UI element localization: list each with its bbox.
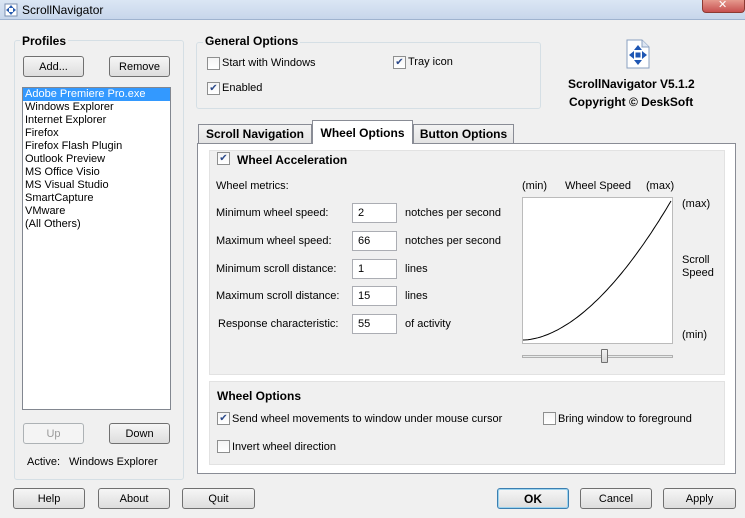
send-under-cursor-label[interactable]: Send wheel movements to window under mou… xyxy=(232,413,502,425)
max-wheel-speed-input[interactable]: 66 xyxy=(352,231,397,251)
profile-list-item[interactable]: SmartCapture xyxy=(23,192,170,205)
profile-list-item[interactable]: (All Others) xyxy=(23,218,170,231)
apply-button[interactable]: Apply xyxy=(663,488,736,509)
min-wheel-speed-label: Minimum wheel speed: xyxy=(216,207,329,219)
start-with-windows-label[interactable]: Start with Windows xyxy=(222,57,316,69)
send-under-cursor-checkbox[interactable]: ✔ xyxy=(217,412,230,425)
max-scroll-distance-unit: lines xyxy=(405,290,428,302)
acceleration-curve xyxy=(523,200,672,341)
tray-icon-label[interactable]: Tray icon xyxy=(408,56,453,68)
min-wheel-speed-unit: notches per second xyxy=(405,207,502,219)
graph-x-max-label: (max) xyxy=(646,180,675,192)
max-wheel-speed-unit: notches per second xyxy=(405,235,502,247)
bring-foreground-label[interactable]: Bring window to foreground xyxy=(558,413,692,425)
invert-direction-label[interactable]: Invert wheel direction xyxy=(232,441,336,453)
window-title: ScrollNavigator xyxy=(22,3,104,17)
move-down-button[interactable]: Down xyxy=(109,423,170,444)
max-scroll-distance-input[interactable]: 15 xyxy=(352,286,397,306)
graph-y-title-line1: Scroll xyxy=(682,254,710,266)
min-scroll-distance-unit: lines xyxy=(405,263,428,275)
graph-x-title: Wheel Speed xyxy=(565,180,632,192)
move-up-button[interactable]: Up xyxy=(23,423,84,444)
min-wheel-speed-input[interactable]: 2 xyxy=(352,203,397,223)
response-characteristic-unit: of activity xyxy=(405,318,451,330)
profile-list-item[interactable]: Windows Explorer xyxy=(23,101,170,114)
wheel-metrics-label: Wheel metrics: xyxy=(216,180,289,192)
close-button[interactable] xyxy=(702,0,745,13)
title-bar[interactable]: ScrollNavigator xyxy=(0,0,745,20)
tab-wheel-options[interactable]: Wheel Options xyxy=(312,120,413,144)
profile-list-item[interactable]: MS Visual Studio xyxy=(23,179,170,192)
max-wheel-speed-label: Maximum wheel speed: xyxy=(216,235,332,247)
enabled-checkbox[interactable]: ✔ xyxy=(207,82,220,95)
add-profile-button[interactable]: Add... xyxy=(23,56,84,77)
graph-y-title-line2: Speed xyxy=(682,267,714,279)
response-characteristic-input[interactable]: 55 xyxy=(352,314,397,334)
app-icon xyxy=(4,3,18,17)
graph-y-max-label: (max) xyxy=(682,198,711,210)
enabled-label[interactable]: Enabled xyxy=(222,82,262,94)
wheel-acceleration-checkbox[interactable]: ✔ xyxy=(217,152,230,165)
response-slider[interactable] xyxy=(522,348,673,366)
min-scroll-distance-input[interactable]: 1 xyxy=(352,259,397,279)
ok-button[interactable]: OK xyxy=(497,488,569,509)
wheel-acceleration-title[interactable]: Wheel Acceleration xyxy=(237,153,347,167)
slider-thumb[interactable] xyxy=(601,349,608,363)
scrollnavigator-logo-icon xyxy=(623,39,651,69)
min-scroll-distance-label: Minimum scroll distance: xyxy=(216,263,337,275)
quit-button[interactable]: Quit xyxy=(182,488,255,509)
profile-list-item[interactable]: Firefox xyxy=(23,127,170,140)
active-label: Active: xyxy=(27,456,61,468)
profiles-list[interactable]: Adobe Premiere Pro.exe Windows Explorer In… xyxy=(22,87,171,410)
help-button[interactable]: Help xyxy=(13,488,85,509)
profile-list-item[interactable]: VMware xyxy=(23,205,170,218)
version-text: ScrollNavigator V5.1.2 xyxy=(568,77,695,91)
remove-profile-button[interactable]: Remove xyxy=(109,56,170,77)
invert-direction-checkbox[interactable] xyxy=(217,440,230,453)
copyright-text: Copyright © DeskSoft xyxy=(569,95,694,109)
acceleration-curve-graph xyxy=(522,197,673,344)
tab-button-options[interactable]: Button Options xyxy=(413,124,514,143)
profiles-title: Profiles xyxy=(20,34,69,48)
general-options-group xyxy=(196,42,541,109)
profile-list-item[interactable]: Firefox Flash Plugin xyxy=(23,140,170,153)
bring-foreground-checkbox[interactable] xyxy=(543,412,556,425)
slider-track xyxy=(522,355,673,358)
profile-list-item[interactable]: Internet Explorer xyxy=(23,114,170,127)
active-profile-value: Windows Explorer xyxy=(69,456,158,468)
graph-y-min-label: (min) xyxy=(682,329,708,341)
about-button[interactable]: About xyxy=(98,488,170,509)
wheel-options-title: Wheel Options xyxy=(217,389,301,403)
graph-x-min-label: (min) xyxy=(522,180,548,192)
tray-icon-checkbox[interactable]: ✔ xyxy=(393,56,406,69)
general-options-title: General Options xyxy=(203,34,301,48)
start-with-windows-checkbox[interactable] xyxy=(207,57,220,70)
profile-list-item[interactable]: Outlook Preview xyxy=(23,153,170,166)
max-scroll-distance-label: Maximum scroll distance: xyxy=(216,290,340,302)
profile-list-item[interactable]: MS Office Visio xyxy=(23,166,170,179)
tab-scroll-navigation[interactable]: Scroll Navigation xyxy=(198,124,312,143)
response-characteristic-label: Response characteristic: xyxy=(218,318,339,330)
profile-list-item[interactable]: Adobe Premiere Pro.exe xyxy=(23,88,170,101)
cancel-button[interactable]: Cancel xyxy=(580,488,652,509)
